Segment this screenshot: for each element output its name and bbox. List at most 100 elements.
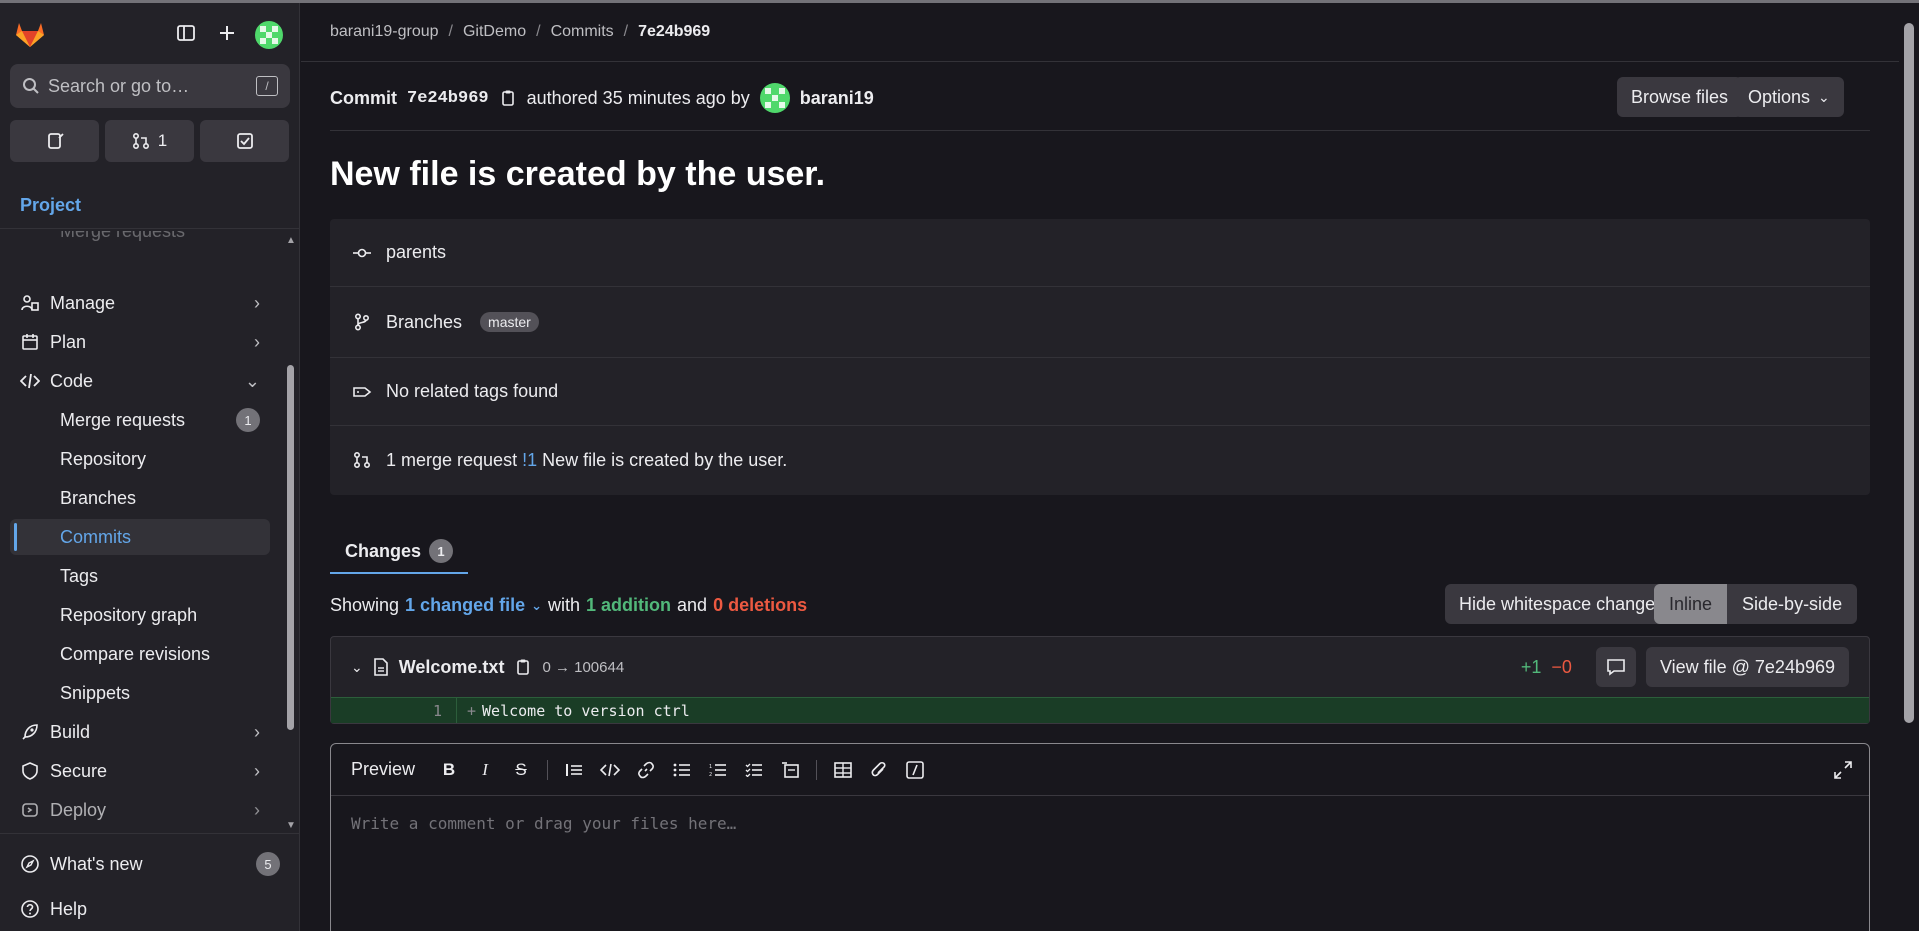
scroll-down-icon[interactable]: ▼ [286,820,296,831]
todos-quick-button[interactable] [200,120,289,162]
sidebar-item-snippets[interactable]: Snippets [10,675,270,711]
sidebar-item-deploy[interactable]: Deploy › [10,792,270,828]
comment-button[interactable] [1595,647,1636,687]
quote-icon[interactable] [564,760,584,780]
user-avatar[interactable] [253,19,285,51]
sidebar-item-merge-requests[interactable]: Merge requests 1 [10,402,270,438]
breadcrumb: barani19-group / GitDemo / Commits / 7e2… [330,23,711,41]
changes-tabs: Changes 1 [330,530,469,574]
sidebar-item-code[interactable]: Code ⌄ [10,363,270,399]
sidebar-item-merge-requests-partial[interactable]: Merge requests [10,231,270,249]
mr-count: 1 [157,131,168,150]
sidebar-item-tags[interactable]: Tags [10,558,270,594]
italic-icon[interactable]: I [475,760,495,780]
side-by-side-view-button[interactable]: Side-by-side [1727,584,1858,624]
sidebar-scroll-thumb[interactable] [287,365,294,730]
scroll-up-icon[interactable]: ▲ [286,235,296,246]
sidebar-item-repository[interactable]: Repository [10,441,270,477]
sidebar-scrollbar[interactable]: ▲ ▼ [284,235,296,835]
inline-view-button[interactable]: Inline [1654,584,1728,624]
shield-icon [10,762,50,780]
rocket-icon [10,723,50,741]
copy-icon[interactable] [514,658,532,676]
sidebar-item-branches[interactable]: Branches [10,480,270,516]
collapsible-icon[interactable] [780,760,800,780]
branches-row: Branches master [330,287,1870,358]
breadcrumb-commits[interactable]: Commits [551,23,614,41]
manage-icon [10,294,50,312]
authored-text: authored 35 minutes ago by [526,87,750,108]
breadcrumb-group[interactable]: barani19-group [330,23,439,41]
merge-request-icon [352,451,372,469]
code-icon [10,372,50,390]
code-icon[interactable] [600,760,621,780]
copy-icon[interactable] [499,89,517,107]
breadcrumb-project[interactable]: GitDemo [463,23,526,41]
bold-icon[interactable]: B [439,760,459,780]
file-name[interactable]: Welcome.txt [399,657,505,678]
link-icon[interactable] [636,760,656,780]
merge-request-link[interactable]: !1 [522,450,537,470]
deletions-count: 0 deletions [713,595,808,615]
search-shortcut-key: / [256,76,278,96]
commit-info-box: parents Branches master No related tags … [330,219,1870,495]
commit-title: New file is created by the user. [330,155,826,193]
chevron-right-icon: › [254,331,260,352]
sidebar-divider [0,228,300,229]
breadcrumb-current[interactable]: 7e24b969 [638,23,710,41]
sidebar-item-commits[interactable]: Commits [10,519,270,555]
help-button[interactable]: Help [10,891,270,927]
sidebar-item-compare-revisions[interactable]: Compare revisions [10,636,270,672]
file-additions: +1 [1520,656,1542,677]
numbered-list-icon[interactable]: 12 [708,760,728,780]
plan-icon [10,333,50,351]
task-list-icon[interactable] [744,760,764,780]
editor-toolbar: Preview B I S 12 [331,744,1869,796]
whats-new-button[interactable]: What's new 5 [10,846,280,882]
sidebar-item-secure[interactable]: Secure › [10,753,270,789]
sidebar-item-manage[interactable]: Manage › [10,285,270,321]
page-scrollbar[interactable] [1899,3,1919,931]
merge-requests-quick-button[interactable]: 1 [105,120,194,162]
author-avatar[interactable] [759,83,790,113]
comment-textarea[interactable]: Write a comment or drag your files here… [351,814,736,833]
sidebar-item-plan[interactable]: Plan › [10,324,270,360]
table-icon[interactable] [833,760,853,780]
attachment-icon[interactable] [869,760,889,780]
chevron-down-icon[interactable]: ⌄ [531,598,542,614]
line-number[interactable]: 1 [331,698,457,723]
strikethrough-icon[interactable]: S [511,760,531,780]
sidebar-item-build[interactable]: Build › [10,714,270,750]
sidebar-item-repository-graph[interactable]: Repository graph [10,597,270,633]
browse-files-button[interactable]: Browse files [1617,77,1743,117]
page-scroll-thumb[interactable] [1904,23,1914,723]
bullet-list-icon[interactable] [672,760,692,780]
plus-icon[interactable] [211,17,243,49]
branch-tag-master[interactable]: master [480,312,539,332]
file-icon [373,658,388,676]
changes-summary: Showing 1 changed file ⌄ with 1 addition… [330,595,808,616]
author-name[interactable]: barani19 [800,88,874,109]
file-deletions: −0 [1551,656,1572,677]
sidebar: Search or go to… / 1 Project Merge reque… [0,3,300,931]
search-input[interactable]: Search or go to… / [10,64,290,108]
view-file-button[interactable]: View file @ 7e24b969 [1645,647,1849,687]
comment-editor: Preview B I S 12 Write a comment or drag… [330,743,1870,931]
fullscreen-icon[interactable] [1833,760,1853,780]
commit-sha: 7e24b969 [407,88,489,108]
slash-commands-icon[interactable] [905,760,925,780]
collapse-sidebar-icon[interactable] [170,17,202,49]
additions-count: 1 addition [586,595,672,615]
options-dropdown-button[interactable]: Options ⌄ [1734,77,1844,117]
sidebar-footer: What's new 5 Help [0,833,300,931]
changed-files-dropdown[interactable]: 1 changed file [405,595,525,616]
parents-row: parents [330,219,1870,287]
gitlab-logo-icon[interactable] [12,17,48,49]
chevron-down-icon[interactable]: ⌄ [351,659,363,676]
tab-changes[interactable]: Changes 1 [330,530,469,574]
hide-whitespace-button[interactable]: Hide whitespace changes [1445,584,1679,624]
commit-header: Commit 7e24b969 authored 35 minutes ago … [330,83,874,113]
preview-tab[interactable]: Preview [351,759,415,780]
issues-quick-button[interactable] [10,120,99,162]
header-divider [301,61,1899,62]
